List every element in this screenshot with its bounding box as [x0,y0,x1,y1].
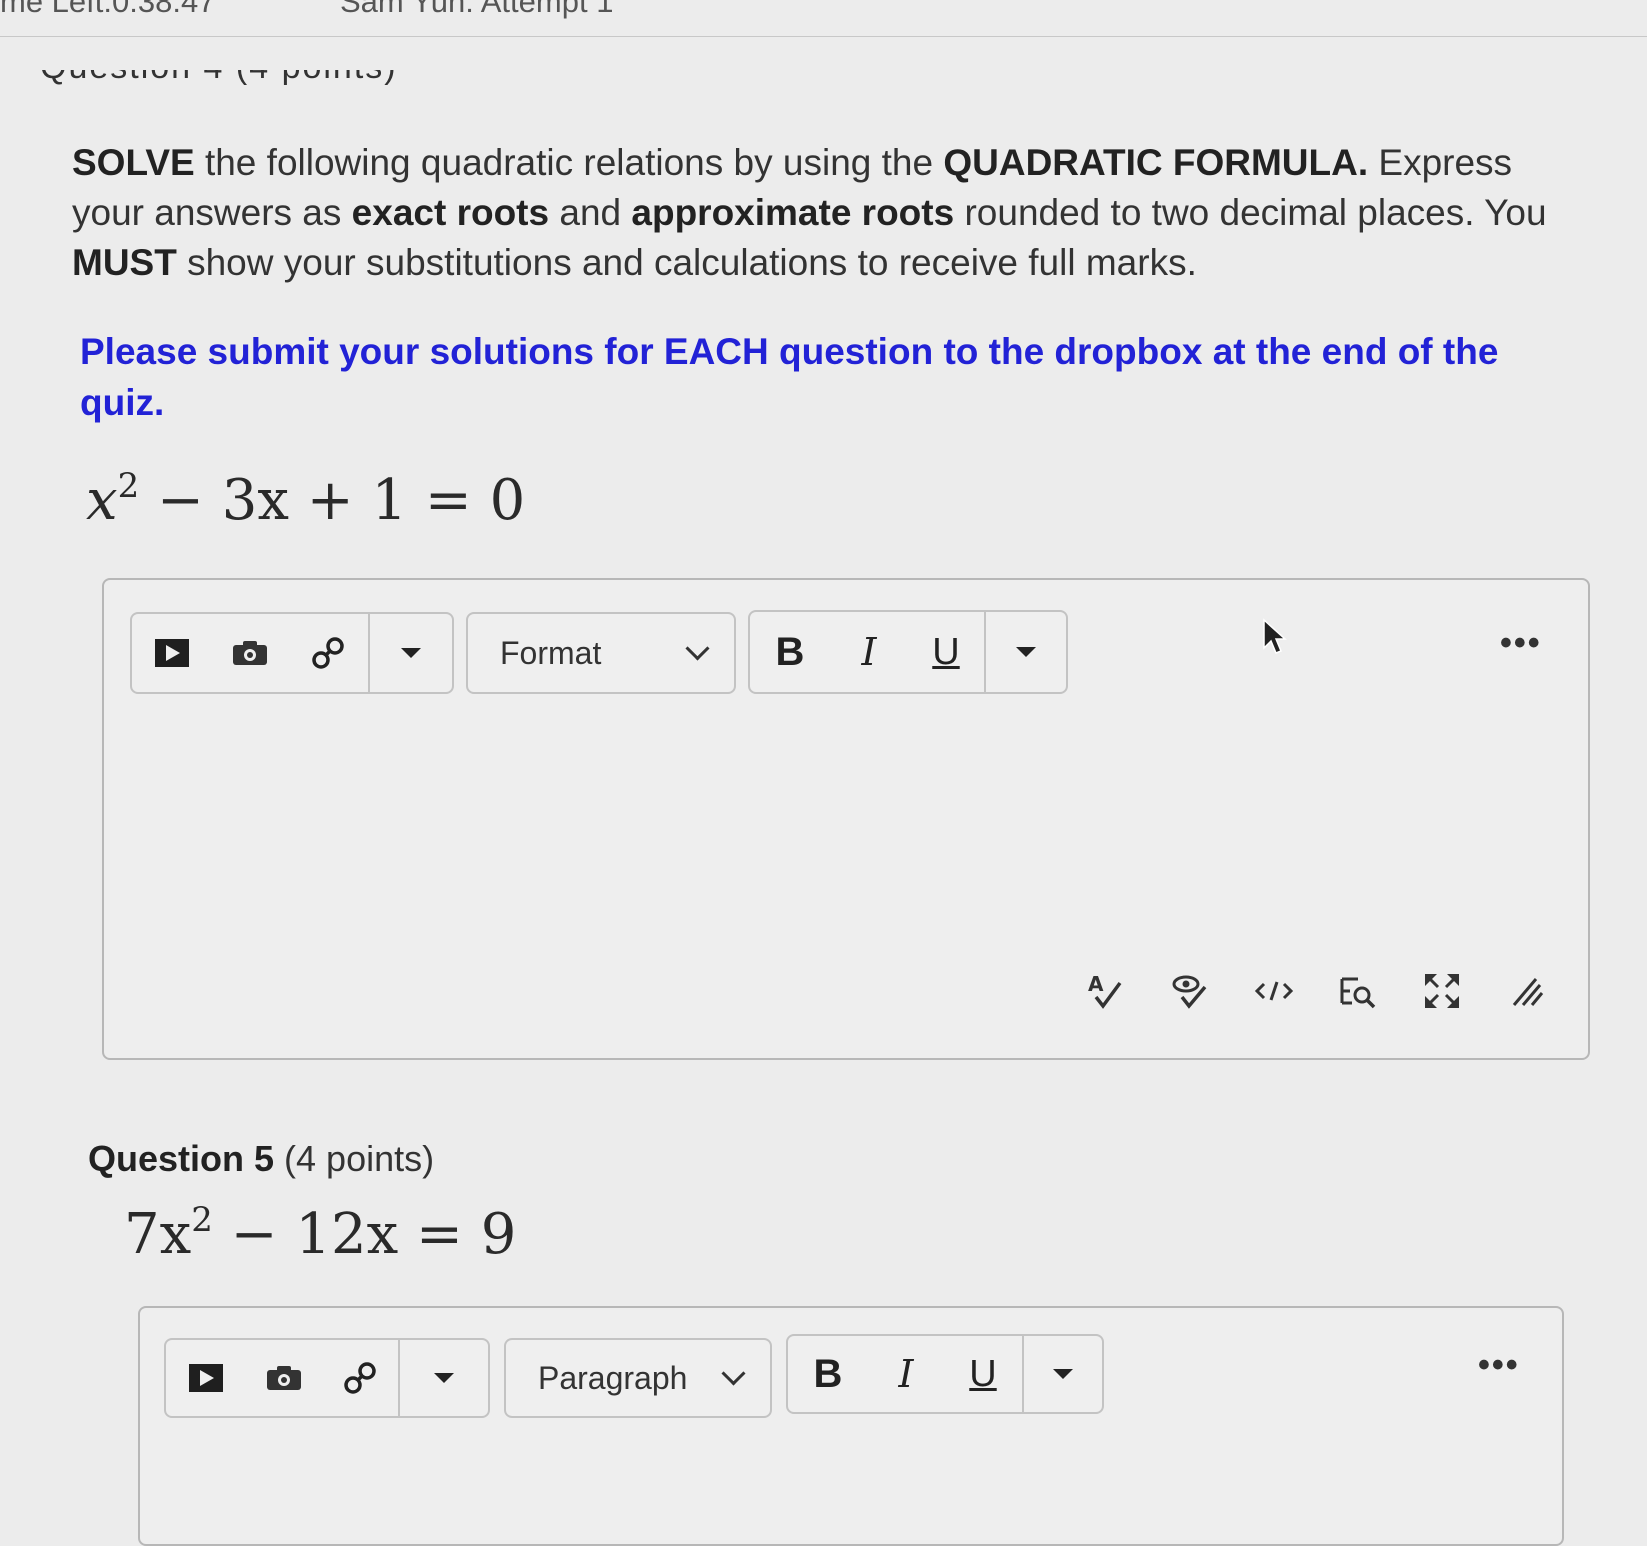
dropdown-icon [1016,647,1036,657]
source-code-icon [1254,981,1294,1001]
mouse-cursor-icon [1263,618,1287,654]
spellcheck-button[interactable]: A [1064,966,1148,1016]
question5-answer-editor[interactable]: Paragraph B I U ••• [138,1306,1564,1546]
link-icon [344,1362,376,1394]
video-icon [189,1364,223,1392]
instructions: SOLVE the following quadratic relations … [72,142,1547,283]
insert-link-button[interactable] [288,614,368,692]
chevron-down-icon [685,635,710,661]
dropdown-icon [401,648,421,658]
time-left: me Left:0:38:47 [0,0,216,19]
resize-handle[interactable] [1484,966,1568,1016]
insert-video-button[interactable] [166,1340,246,1416]
accessibility-check-icon [1172,975,1207,1009]
dropdown-icon [1053,1369,1073,1379]
find-replace-button[interactable] [1316,966,1400,1016]
top-status-bar: me Left:0:38:47 Sam Yun: Attempt 1 [0,0,1647,37]
question4-answer-editor[interactable]: Format B I U ••• A [102,578,1590,1060]
submission-notice: Please submit your solutions for EACH qu… [80,331,1499,423]
underline-button[interactable]: U [908,612,984,692]
insert-more-dropdown[interactable] [368,614,452,692]
link-icon [312,637,344,669]
format-select[interactable]: Format [466,612,736,694]
editor-footer-tools: A [1064,966,1568,1016]
paragraph-select[interactable]: Paragraph [504,1338,772,1418]
more-options-button[interactable]: ••• [1500,624,1542,663]
question5-equation: 7x2 − 12x = 9 [124,1200,517,1267]
camera-icon [267,1366,301,1390]
dropdown-icon [434,1373,454,1383]
previous-question-heading: Question 4 (4 points) [40,70,420,100]
attempt-label: Sam Yun: Attempt 1 [340,0,614,19]
text-style-dropdown[interactable] [1022,1336,1102,1412]
spellcheck-icon: A [1088,972,1122,1009]
accessibility-checker-button[interactable] [1148,966,1232,1016]
insert-more-dropdown[interactable] [398,1340,488,1416]
bold-button[interactable]: B [788,1336,868,1412]
italic-button[interactable]: I [830,612,908,692]
source-code-button[interactable] [1232,966,1316,1016]
svg-text:A: A [1088,972,1104,996]
text-style-group: B I U [786,1334,1104,1414]
resize-handle-icon [1512,978,1544,1006]
video-icon [155,639,189,667]
question5-heading: Question 5 (4 points) [88,1138,435,1179]
fullscreen-button[interactable] [1400,966,1484,1016]
insert-link-button[interactable] [322,1340,398,1416]
camera-icon [233,641,267,665]
insert-toolbar-group [130,612,454,694]
text-style-dropdown[interactable] [984,612,1066,692]
italic-button[interactable]: I [868,1336,944,1412]
fullscreen-icon [1425,974,1459,1008]
bold-button[interactable]: B [750,612,830,692]
chevron-down-icon [721,1360,746,1386]
insert-image-button[interactable] [212,614,288,692]
underline-button[interactable]: U [944,1336,1022,1412]
insert-toolbar-group [164,1338,490,1418]
insert-image-button[interactable] [246,1340,322,1416]
text-style-group: B I U [748,610,1068,694]
question4-equation: x2 − 3x + 1 = 0 [86,466,526,533]
insert-video-button[interactable] [132,614,212,692]
more-options-button[interactable]: ••• [1478,1346,1520,1385]
find-icon [1340,977,1376,1009]
